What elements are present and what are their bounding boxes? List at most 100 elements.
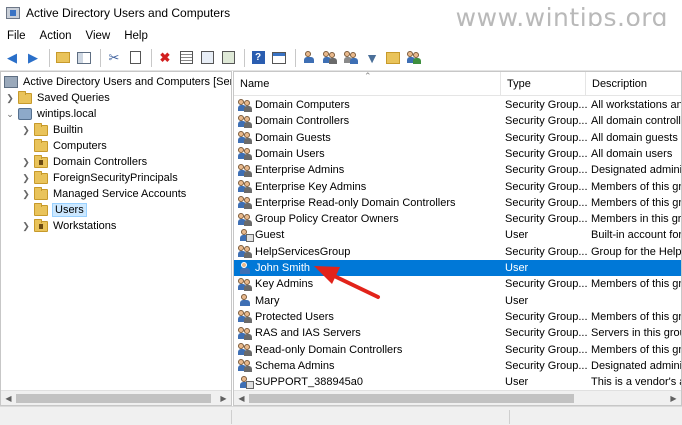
help-icon[interactable]: ? — [249, 49, 267, 67]
user-icon — [238, 375, 254, 389]
table-row[interactable]: Protected Users Security Group... Members … — [234, 309, 681, 325]
find-icon[interactable] — [342, 49, 360, 67]
row-name: Enterprise Admins — [255, 164, 345, 177]
cell-description: All domain guests — [591, 131, 678, 144]
table-row[interactable]: Domain Controllers Security Group... All d… — [234, 113, 681, 129]
chevron-right-icon[interactable]: ❯ — [21, 125, 31, 136]
chevron-right-icon[interactable]: ❯ — [21, 173, 31, 184]
forward-icon[interactable]: ▶ — [24, 49, 42, 67]
cell-description: Members of this gro — [591, 343, 682, 356]
list-horizontal-scrollbar[interactable]: ◀ ▶ — [234, 390, 681, 405]
group-icon — [238, 196, 253, 210]
tree-item-computers[interactable]: Computers — [21, 138, 107, 154]
scrollbar-thumb[interactable] — [16, 394, 211, 403]
filter-icon[interactable]: ▼ — [363, 49, 381, 67]
add-to-group-icon[interactable] — [405, 49, 423, 67]
up-folder-icon[interactable] — [54, 49, 72, 67]
table-row[interactable]: RAS and IAS Servers Security Group... Serv… — [234, 325, 681, 341]
table-row[interactable]: Domain Guests Security Group... All domain… — [234, 130, 681, 146]
console-tree-pane[interactable]: Active Directory Users and Computers [Se… — [0, 71, 232, 406]
chevron-right-icon[interactable]: ❯ — [5, 93, 15, 104]
cell-name: Group Policy Creator Owners — [238, 211, 502, 227]
chevron-right-icon[interactable]: ❯ — [21, 157, 31, 168]
cell-name: Enterprise Key Admins — [238, 179, 502, 195]
table-row[interactable]: Group Policy Creator Owners Security Grou… — [234, 211, 681, 227]
column-header-description[interactable]: Description — [586, 72, 681, 96]
details-pane[interactable]: ⌃ Name Type Description Domain Computers… — [233, 71, 682, 406]
group-icon — [238, 310, 253, 324]
new-group-icon[interactable] — [321, 49, 339, 67]
tree-horizontal-scrollbar[interactable]: ◀ ▶ — [1, 390, 231, 405]
folder-icon — [34, 186, 48, 200]
column-header-name[interactable]: Name — [234, 72, 501, 96]
chevron-down-icon[interactable]: ⌄ — [5, 109, 15, 120]
tree-item-domain[interactable]: ⌄ wintips.local — [5, 106, 96, 122]
tree-item-builtin[interactable]: ❯ Builtin — [21, 122, 83, 138]
scroll-left-icon[interactable]: ◀ — [1, 391, 16, 405]
menu-file[interactable]: File — [0, 30, 33, 42]
cell-description: All domain controllers — [591, 115, 681, 128]
table-row[interactable]: Enterprise Admins Security Group... Design… — [234, 162, 682, 178]
row-name: Domain Users — [255, 147, 325, 160]
cell-type: User — [505, 376, 529, 389]
scrollbar-thumb[interactable] — [249, 394, 574, 403]
column-header-type[interactable]: Type — [501, 72, 586, 96]
scroll-left-icon[interactable]: ◀ — [234, 391, 249, 405]
menu-action[interactable]: Action — [33, 30, 79, 42]
new-user-icon[interactable] — [300, 49, 318, 67]
chevron-right-icon[interactable]: ❯ — [21, 189, 31, 200]
table-row[interactable]: Key Admins Security Group... Members of th… — [234, 276, 681, 292]
table-row[interactable]: Enterprise Key Admins Security Group... Me… — [234, 179, 681, 195]
menu-view[interactable]: View — [79, 30, 118, 42]
tree-item-label: Active Directory Users and Computers [Se… — [23, 76, 232, 88]
refresh-icon[interactable] — [198, 49, 216, 67]
cell-name: Domain Controllers — [238, 113, 502, 129]
table-row[interactable]: HelpServicesGroup Security Group... Group … — [234, 244, 681, 260]
tree-item-label: Saved Queries — [37, 92, 110, 104]
copy-icon[interactable] — [126, 49, 144, 67]
menu-help[interactable]: Help — [117, 30, 155, 42]
cell-name: Key Admins — [238, 276, 502, 292]
tree-item-workstations[interactable]: ❯ Workstations — [21, 218, 116, 234]
new-ou-icon[interactable] — [384, 49, 402, 67]
row-name: Domain Controllers — [255, 115, 350, 128]
tree-item-domain-controllers[interactable]: ❯ Domain Controllers — [21, 154, 147, 170]
cell-name: Read-only Domain Controllers — [238, 342, 502, 358]
row-name: Domain Computers — [255, 99, 350, 111]
menu-bar: File Action View Help — [0, 26, 682, 45]
cell-name: SUPPORT_388945a0 — [238, 374, 502, 390]
properties-icon[interactable] — [177, 49, 195, 67]
cell-name: Protected Users — [238, 309, 502, 325]
table-row[interactable]: Domain Users Security Group... All domain … — [234, 146, 681, 162]
table-row[interactable]: Schema Admins Security Group... Designated… — [234, 358, 681, 374]
show-console-tree-icon[interactable] — [75, 49, 93, 67]
folder-icon — [34, 122, 48, 136]
table-row[interactable]: Enterprise Read-only Domain Controllers S… — [234, 195, 681, 211]
table-row[interactable]: Read-only Domain Controllers Security Gro… — [234, 342, 682, 358]
cut-icon[interactable]: ✂ — [105, 49, 123, 67]
table-row[interactable]: John Smith User — [234, 260, 681, 276]
table-row[interactable]: SUPPORT_388945a0 User This is a vendor's a — [234, 374, 681, 390]
cell-type: Security Group... — [505, 310, 588, 323]
table-row[interactable]: Mary User — [234, 293, 681, 309]
tree-item-label: Computers — [53, 140, 107, 152]
back-icon[interactable]: ◀ — [3, 49, 21, 67]
tree-item-root[interactable]: Active Directory Users and Computers [Se… — [4, 74, 232, 90]
title-bar: Active Directory Users and Computers www… — [0, 0, 682, 32]
console-icon[interactable] — [270, 49, 288, 67]
table-row[interactable]: Guest User Built-in account for — [234, 227, 681, 243]
tree-item-foreign-security-principals[interactable]: ❯ ForeignSecurityPrincipals — [21, 170, 178, 186]
export-icon[interactable] — [219, 49, 237, 67]
tree-item-saved-queries[interactable]: ❯ Saved Queries — [5, 90, 110, 106]
tree-item-label: Workstations — [53, 220, 117, 232]
row-name: Enterprise Key Admins — [255, 180, 367, 193]
scroll-right-icon[interactable]: ▶ — [216, 391, 231, 405]
tree-item-managed-service-accounts[interactable]: ❯ Managed Service Accounts — [21, 186, 186, 202]
tree-item-users[interactable]: Users — [21, 202, 87, 218]
scroll-right-icon[interactable]: ▶ — [666, 391, 681, 405]
delete-icon[interactable]: ✖ — [156, 49, 174, 67]
table-row[interactable]: Domain Computers Security Group... All wor… — [234, 97, 681, 113]
cell-description: Designated administ — [591, 164, 682, 177]
folder-icon — [18, 90, 32, 104]
chevron-right-icon[interactable]: ❯ — [21, 221, 31, 232]
